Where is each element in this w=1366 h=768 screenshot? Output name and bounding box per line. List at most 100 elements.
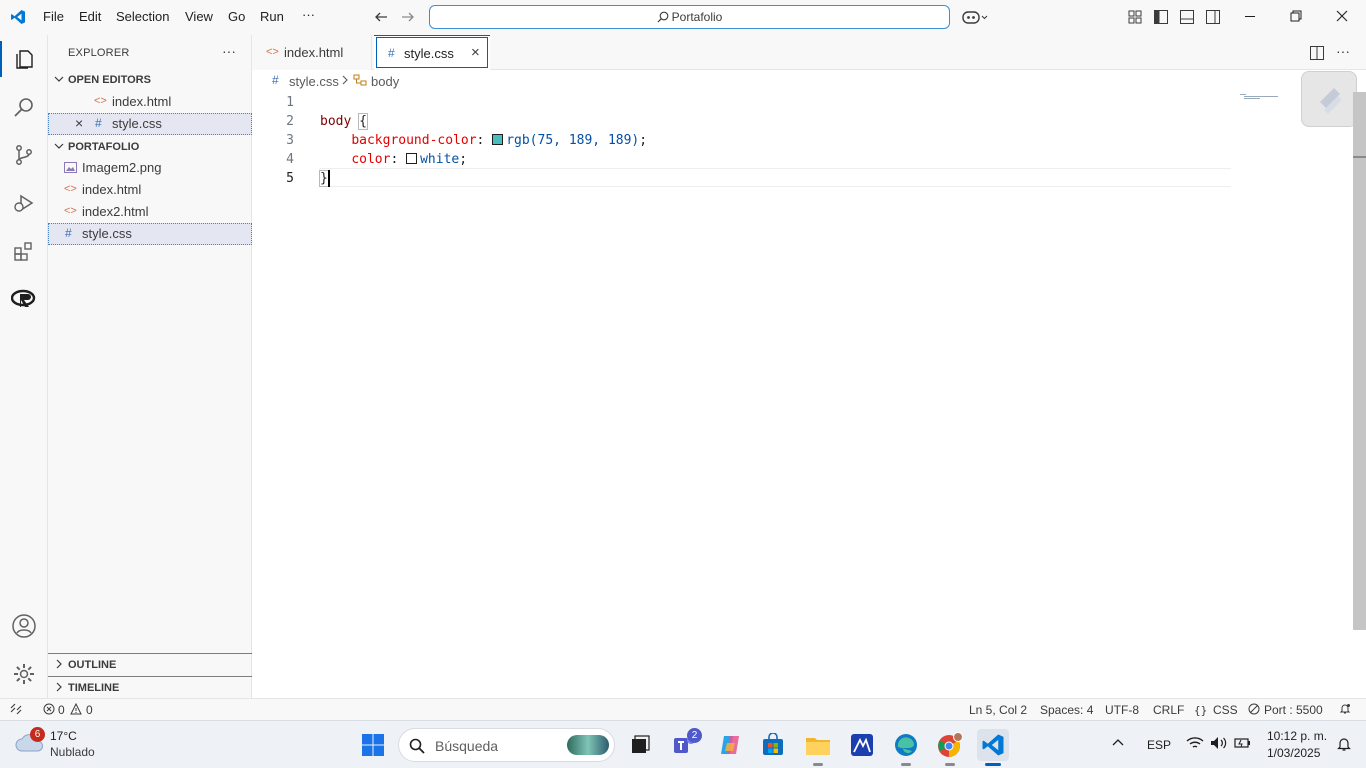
bracket-match: { <box>358 113 368 130</box>
copilot-icon[interactable] <box>962 9 988 25</box>
open-editor-item-index-html[interactable]: <> index.html <box>48 91 252 113</box>
vscode-logo-icon <box>10 9 26 25</box>
open-editor-item-style-css[interactable]: × # style.css <box>48 113 252 135</box>
taskbar-search-box[interactable]: Búsqueda <box>398 728 615 762</box>
tab-style-css[interactable]: # style.css × <box>374 35 490 70</box>
restore-icon[interactable] <box>1290 10 1302 22</box>
code-line-4: color: white; <box>351 152 468 167</box>
tab-label: style.css <box>404 46 454 61</box>
warning-count[interactable]: 0 <box>86 703 93 717</box>
volume-icon[interactable] <box>1210 736 1228 750</box>
end-of-line[interactable]: CRLF <box>1153 703 1184 717</box>
split-editor-icon[interactable] <box>1310 46 1324 60</box>
vertical-scrollbar[interactable] <box>1353 92 1366 630</box>
file-explorer-icon[interactable] <box>802 729 834 761</box>
menu-view[interactable]: View <box>185 9 213 24</box>
close-window-icon[interactable] <box>1336 10 1348 22</box>
file-item-style-css[interactable]: # style.css <box>48 223 252 245</box>
customize-layout-icon[interactable] <box>1128 10 1142 24</box>
error-icon[interactable] <box>43 703 55 715</box>
r-language-icon[interactable] <box>0 275 48 323</box>
breadcrumb-symbol[interactable]: body <box>371 74 399 89</box>
copilot-app-icon[interactable] <box>714 729 746 761</box>
file-item-index-html[interactable]: <> index.html <box>48 179 252 201</box>
back-arrow-icon[interactable] <box>374 10 388 24</box>
edge-browser-icon[interactable] <box>890 729 922 761</box>
toggle-secondary-sidebar-icon[interactable] <box>1206 10 1220 24</box>
menu-go[interactable]: Go <box>228 9 245 24</box>
wifi-icon[interactable] <box>1186 736 1204 750</box>
command-center-search[interactable]: Portafolio <box>429 5 950 29</box>
menu-edit[interactable]: Edit <box>79 9 101 24</box>
running-indicator <box>901 763 911 766</box>
command-center-label: Portafolio <box>671 10 723 24</box>
source-control-icon[interactable] <box>0 131 48 179</box>
folder-header-portafolio[interactable]: PORTAFOLIO <box>48 136 252 158</box>
live-server-port[interactable]: Port : 5500 <box>1264 703 1323 717</box>
weather-badge: 6 <box>30 727 45 742</box>
run-debug-icon[interactable] <box>0 179 48 227</box>
code-editor[interactable]: 1 2 3 4 5 body { background-color: rgb(7… <box>252 71 1357 698</box>
scrollbar-cursor-marker <box>1353 156 1366 158</box>
line-number: 3 <box>286 133 294 148</box>
menu-selection[interactable]: Selection <box>116 9 169 24</box>
indentation[interactable]: Spaces: 4 <box>1040 703 1093 717</box>
extensions-icon[interactable] <box>0 227 48 275</box>
editor-more-actions[interactable]: ··· <box>1336 43 1350 59</box>
chevron-down-icon <box>54 141 64 151</box>
breadcrumb-file[interactable]: style.css <box>289 74 339 89</box>
notification-center-bell-icon[interactable] <box>1336 736 1352 752</box>
toggle-panel-icon[interactable] <box>1180 10 1194 24</box>
forward-arrow-icon[interactable] <box>401 10 415 24</box>
weather-temperature[interactable]: 17°C <box>50 729 77 743</box>
open-editors-header[interactable]: OPEN EDITORS <box>48 69 252 91</box>
menu-run[interactable]: Run <box>260 9 284 24</box>
chevron-right-icon <box>54 682 64 692</box>
windows-start-icon[interactable] <box>357 729 389 761</box>
close-tab-icon[interactable]: × <box>471 44 480 61</box>
settings-gear-icon[interactable] <box>0 650 48 698</box>
warning-icon[interactable] <box>70 703 82 715</box>
timeline-header[interactable]: TIMELINE <box>48 677 252 699</box>
cursor-position[interactable]: Ln 5, Col 2 <box>969 703 1027 717</box>
clock-time[interactable]: 10:12 p. m. <box>1267 729 1327 743</box>
minimize-icon[interactable] <box>1244 10 1256 22</box>
color-swatch[interactable] <box>406 153 418 164</box>
chrome-browser-icon[interactable] <box>934 729 966 761</box>
file-item-index2-html[interactable]: <> index2.html <box>48 201 252 223</box>
language-mode[interactable]: CSS <box>1213 703 1238 717</box>
explorer-more-actions[interactable]: ··· <box>222 43 236 59</box>
error-count[interactable]: 0 <box>58 703 65 717</box>
file-label: Imagem2.png <box>82 160 162 175</box>
color-swatch[interactable] <box>492 134 504 145</box>
vscode-taskbar-icon[interactable] <box>977 729 1009 761</box>
outline-header[interactable]: OUTLINE <box>48 654 252 676</box>
task-view-icon[interactable] <box>624 729 656 761</box>
input-language[interactable]: ESP <box>1147 738 1171 752</box>
notifications-bell-icon[interactable] <box>1339 703 1351 715</box>
port-broadcast-icon <box>1248 703 1260 715</box>
show-hidden-icons-chevron-up-icon[interactable] <box>1112 738 1124 748</box>
bracket-match: } <box>319 170 329 187</box>
app-icon-vector[interactable] <box>846 729 878 761</box>
windows-taskbar: 6 17°C Nublado Búsqueda 2 ESP 10:12 p. m… <box>0 720 1366 768</box>
minimap[interactable] <box>1240 94 1282 101</box>
microsoft-store-icon[interactable] <box>757 729 789 761</box>
html-file-icon: <> <box>64 205 77 217</box>
battery-plug-icon[interactable] <box>1234 735 1252 751</box>
remote-icon[interactable] <box>10 703 22 715</box>
file-item-imagem2-png[interactable]: Imagem2.png <box>48 157 252 179</box>
explorer-icon[interactable] <box>0 35 48 83</box>
toggle-primary-sidebar-icon[interactable] <box>1154 10 1168 24</box>
clock-date[interactable]: 1/03/2025 <box>1267 746 1320 760</box>
file-label: index2.html <box>82 204 149 219</box>
tab-index-html[interactable]: <> index.html <box>252 35 372 70</box>
encoding[interactable]: UTF-8 <box>1105 703 1139 717</box>
close-editor-icon[interactable]: × <box>75 115 83 131</box>
floating-widget-icon[interactable] <box>1301 71 1357 127</box>
weather-description[interactable]: Nublado <box>50 745 95 759</box>
search-view-icon[interactable] <box>0 83 48 131</box>
menu-file[interactable]: File <box>43 9 64 24</box>
accounts-icon[interactable] <box>0 602 48 650</box>
menu-more[interactable]: ··· <box>302 7 315 22</box>
